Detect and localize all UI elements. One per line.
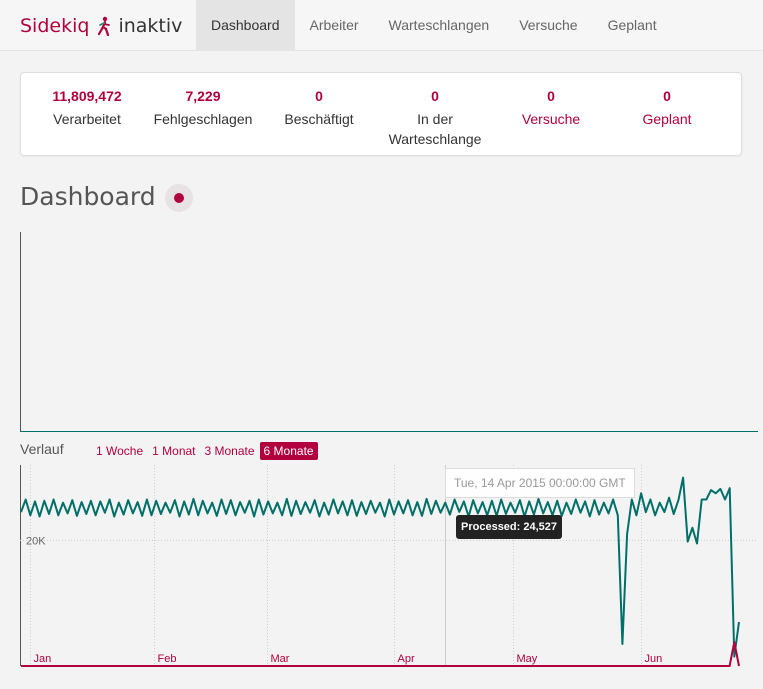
brand-status: inaktiv bbox=[118, 15, 183, 37]
stat-retries-count: 0 bbox=[547, 88, 555, 104]
nav-item-workers[interactable]: Arbeiter bbox=[295, 0, 374, 50]
stat-failed-count: 7,229 bbox=[185, 88, 221, 104]
stat-retries[interactable]: 0 Versuche bbox=[493, 87, 609, 129]
realtime-chart bbox=[20, 232, 758, 432]
history-range-selector: 1 Woche 1 Monat 3 Monate 6 Monate bbox=[92, 442, 319, 460]
range-3-months[interactable]: 3 Monate bbox=[201, 442, 259, 460]
nav-item-dashboard[interactable]: Dashboard bbox=[196, 0, 295, 50]
tooltip-value: Processed: 24,527 bbox=[456, 515, 563, 539]
summary-bar: 11,809,472 Verarbeitet 7,229 Fehlgeschla… bbox=[20, 72, 742, 156]
range-1-week[interactable]: 1 Woche bbox=[92, 442, 147, 460]
stat-enqueued-count: 0 bbox=[431, 88, 439, 104]
history-label: Verlauf bbox=[20, 441, 64, 457]
range-6-months[interactable]: 6 Monate bbox=[259, 442, 318, 460]
x-tick-label: Jan bbox=[34, 653, 52, 665]
live-beacon-icon bbox=[165, 184, 193, 212]
stat-busy[interactable]: 0 Beschäftigt bbox=[261, 87, 377, 129]
stat-enqueued-label: In der Warteschlange bbox=[388, 111, 482, 147]
brand[interactable]: Sidekiq inaktiv bbox=[20, 13, 182, 39]
stat-failed[interactable]: 7,229 Fehlgeschlagen bbox=[145, 87, 261, 129]
x-tick-label: Feb bbox=[158, 653, 177, 665]
range-1-month[interactable]: 1 Monat bbox=[148, 442, 199, 460]
series-line-failed bbox=[21, 641, 740, 667]
nav-item-queues[interactable]: Warteschlangen bbox=[374, 0, 505, 50]
stat-scheduled[interactable]: 0 Geplant bbox=[609, 87, 725, 129]
y-tick-label: 20K bbox=[26, 535, 46, 547]
stat-processed-count: 11,809,472 bbox=[52, 88, 122, 104]
sidekiq-runner-icon bbox=[96, 16, 112, 37]
top-navbar: Sidekiq inaktiv Dashboard Arbeiter Warte… bbox=[0, 0, 763, 51]
tooltip-date: Tue, 14 Apr 2015 00:00:00 GMT bbox=[445, 468, 635, 498]
brand-name: Sidekiq bbox=[20, 15, 90, 37]
page-title: Dashboard bbox=[20, 182, 156, 211]
stat-scheduled-count: 0 bbox=[663, 88, 671, 104]
stat-retries-label: Versuche bbox=[521, 111, 581, 127]
stat-failed-label: Fehlgeschlagen bbox=[153, 111, 253, 127]
main-nav: Dashboard Arbeiter Warteschlangen Versuc… bbox=[196, 0, 672, 50]
x-tick-label: Jun bbox=[645, 653, 663, 665]
stat-processed[interactable]: 11,809,472 Verarbeitet bbox=[29, 87, 145, 129]
beacon-dot bbox=[174, 193, 184, 203]
nav-item-scheduled[interactable]: Geplant bbox=[593, 0, 672, 50]
x-tick-label: May bbox=[517, 653, 538, 665]
stat-busy-label: Beschäftigt bbox=[284, 111, 354, 127]
history-chart[interactable]: Jan Feb Mar Apr May Jun 20K bbox=[20, 465, 758, 667]
stat-processed-label: Verarbeitet bbox=[53, 111, 121, 127]
stat-scheduled-label: Geplant bbox=[642, 111, 692, 127]
nav-item-retries[interactable]: Versuche bbox=[504, 0, 592, 50]
stat-enqueued[interactable]: 0 In der Warteschlange bbox=[377, 87, 493, 149]
stat-busy-count: 0 bbox=[315, 88, 323, 104]
series-line-processed bbox=[20, 476, 740, 658]
x-tick-label: Mar bbox=[271, 653, 290, 665]
x-tick-label: Apr bbox=[398, 653, 415, 665]
